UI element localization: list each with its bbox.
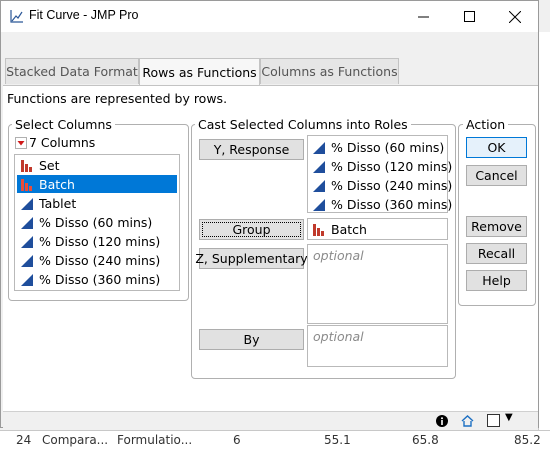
tab-rows-as-functions[interactable]: Rows as Functions — [139, 58, 260, 86]
list-item[interactable]: % Disso (60 mins) — [309, 138, 444, 156]
bg-cell: 65.8 — [412, 433, 439, 447]
continuous-triangle-icon — [21, 254, 33, 267]
bg-cell: 6 — [233, 433, 241, 447]
select-columns-title: Select Columns — [12, 117, 115, 132]
y-response-list[interactable]: % Disso (60 mins) % Disso (120 mins) % D… — [307, 135, 452, 213]
list-item-label: % Disso (360 mins) — [331, 196, 453, 212]
placeholder-text: optional — [313, 329, 364, 344]
list-item-label: Batch — [39, 176, 75, 192]
list-item-label: % Disso (60 mins) — [39, 214, 153, 230]
functions-description: Functions are represented by rows. — [7, 91, 228, 106]
list-item-label: % Disso (60 mins) — [331, 139, 445, 155]
title-bar: Fit Curve - JMP Pro — [1, 1, 538, 32]
continuous-triangle-icon — [313, 160, 325, 173]
nominal-bar-icon — [313, 223, 324, 236]
fit-curve-dialog: Fit Curve - JMP Pro Stacked Data Format … — [0, 0, 539, 430]
tab-stacked-data-format[interactable]: Stacked Data Format — [5, 58, 139, 84]
red-triangle-menu-icon[interactable] — [15, 136, 27, 149]
list-item[interactable]: % Disso (360 mins) — [17, 270, 177, 288]
list-item[interactable]: % Disso (240 mins) — [17, 251, 177, 269]
app-chart-icon — [10, 10, 23, 23]
cast-roles-title: Cast Selected Columns into Roles — [195, 117, 411, 132]
close-button[interactable] — [492, 1, 538, 32]
columns-listbox[interactable]: Set Batch Tablet % Disso (60 mins) % Dis… — [14, 154, 180, 291]
list-item[interactable]: % Disso (360 mins) — [309, 195, 452, 213]
list-item-label: % Disso (240 mins) — [39, 252, 161, 268]
list-item-label: % Disso (360 mins) — [39, 271, 161, 287]
bg-cell: Compara... — [42, 433, 109, 447]
list-item-label: Batch — [331, 221, 367, 237]
z-supplementary-field[interactable]: optional — [307, 244, 448, 324]
maximize-button[interactable] — [446, 1, 492, 32]
home-icon[interactable] — [461, 415, 474, 427]
window-title: Fit Curve - JMP Pro — [29, 8, 139, 22]
group-field[interactable]: Batch — [307, 218, 448, 240]
column-count-label: 7 Columns — [29, 135, 96, 150]
group-button[interactable]: Group — [199, 219, 304, 240]
list-item[interactable]: % Disso (120 mins) — [309, 157, 452, 175]
y-response-button[interactable]: Y, Response — [199, 139, 304, 160]
list-item-label: % Disso (120 mins) — [331, 158, 453, 174]
help-button[interactable]: Help — [466, 270, 527, 291]
list-item[interactable]: % Disso (60 mins) — [17, 213, 177, 231]
continuous-triangle-icon — [21, 235, 33, 248]
by-field[interactable]: optional — [307, 325, 448, 367]
list-item[interactable]: Tablet — [17, 194, 177, 212]
continuous-triangle-icon — [21, 216, 33, 229]
continuous-triangle-icon — [21, 197, 33, 210]
info-icon[interactable] — [436, 415, 448, 427]
list-item[interactable]: % Disso (240 mins) — [309, 176, 452, 194]
z-supplementary-button[interactable]: Z, Supplementary — [195, 248, 308, 269]
column-count-toggle[interactable]: 7 Columns — [15, 135, 95, 150]
continuous-triangle-icon — [313, 179, 325, 192]
recall-button[interactable]: Recall — [466, 243, 527, 264]
bg-cell: Formulatio... — [117, 433, 193, 447]
background-window-edge — [538, 32, 550, 432]
list-item[interactable]: Batch — [309, 220, 367, 238]
continuous-triangle-icon — [313, 198, 325, 211]
action-title: Action — [463, 117, 509, 132]
list-item-label: Set — [39, 157, 60, 173]
placeholder-text: optional — [313, 248, 364, 263]
format-tabs: Stacked Data Format Rows as Functions Co… — [3, 58, 537, 86]
chevron-down-icon[interactable]: ▼ — [505, 412, 513, 423]
tab-columns-as-functions[interactable]: Columns as Functions — [260, 58, 399, 84]
maximize-icon — [463, 11, 475, 22]
minimize-button[interactable] — [400, 1, 446, 32]
cancel-button[interactable]: Cancel — [466, 165, 527, 186]
list-item[interactable]: % Disso (120 mins) — [17, 232, 177, 250]
close-icon — [509, 10, 521, 23]
background-data-row: 24 Compara... Formulatio... 6 55.1 65.8 … — [0, 430, 550, 450]
minimize-icon — [417, 16, 429, 18]
bg-cell: 24 — [16, 433, 32, 447]
list-item-selected[interactable]: Batch — [17, 175, 177, 193]
bg-cell: 85.2 — [514, 433, 541, 447]
nominal-bar-icon — [21, 159, 32, 172]
checkbox-icon[interactable] — [487, 414, 501, 428]
by-button[interactable]: By — [199, 329, 304, 350]
list-item-label: % Disso (240 mins) — [331, 177, 453, 193]
list-item-label: Tablet — [39, 195, 77, 211]
bg-cell: 55.1 — [324, 433, 351, 447]
status-bar: ▼ — [3, 411, 538, 430]
ok-button[interactable]: OK — [466, 137, 527, 158]
remove-button[interactable]: Remove — [466, 216, 527, 237]
list-item-label: % Disso (120 mins) — [39, 233, 161, 249]
continuous-triangle-icon — [313, 141, 325, 154]
nominal-bar-icon — [21, 178, 32, 191]
continuous-triangle-icon — [21, 273, 33, 286]
list-item[interactable]: Set — [17, 156, 177, 174]
